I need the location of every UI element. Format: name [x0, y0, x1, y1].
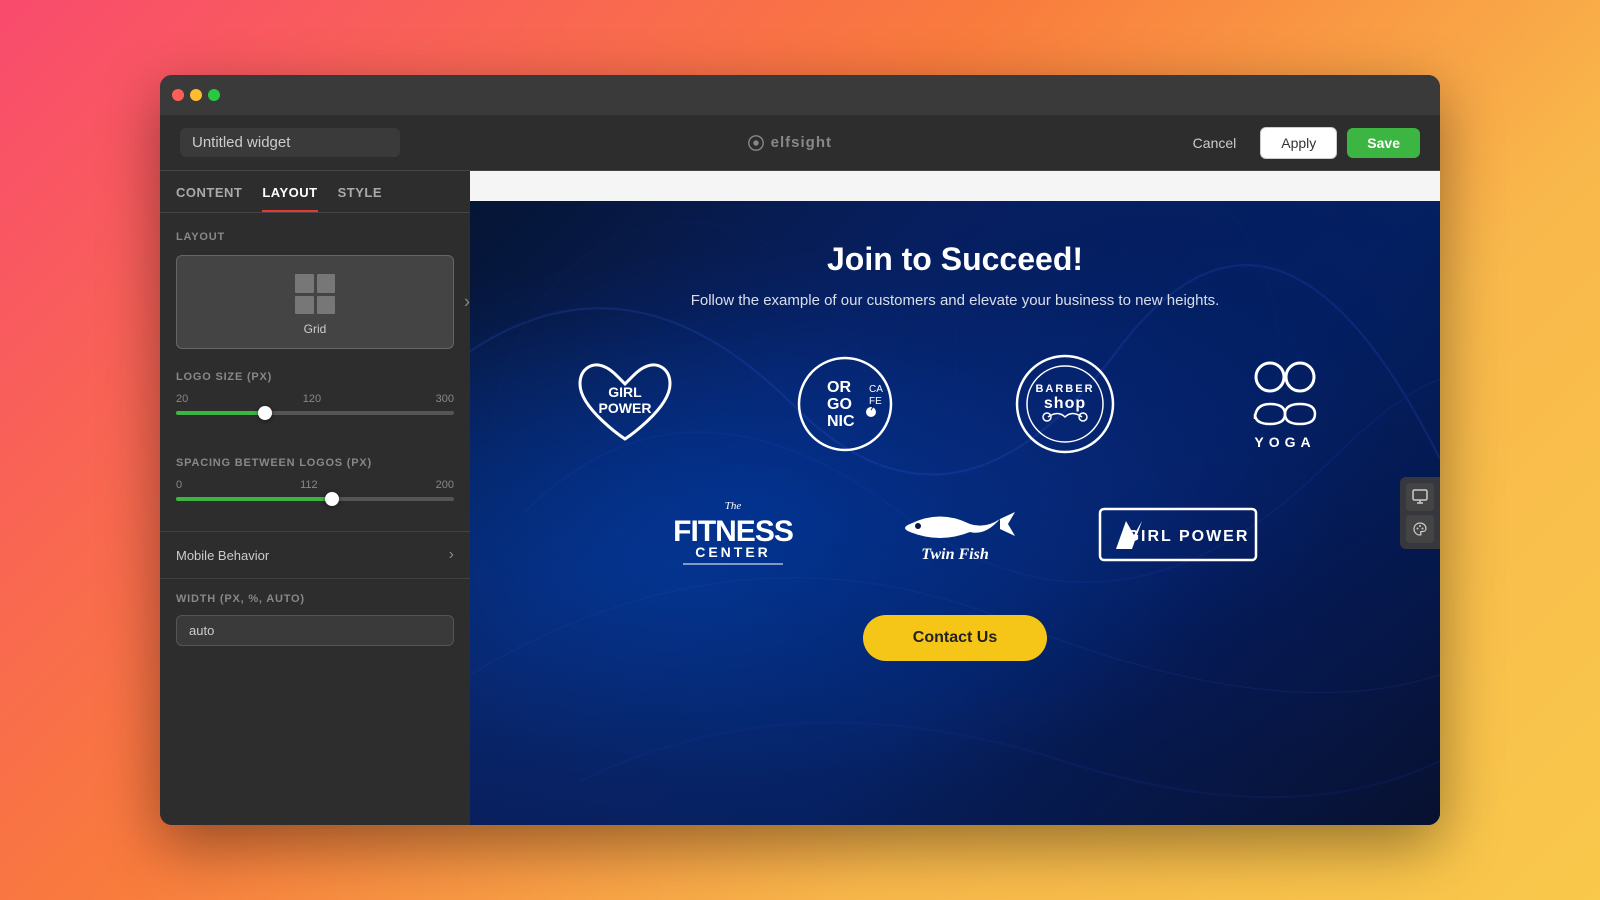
- svg-text:GIRL: GIRL: [608, 384, 642, 400]
- logo-size-track[interactable]: [176, 411, 454, 415]
- preview-main: Join to Succeed! Follow the example of o…: [470, 201, 1440, 825]
- svg-text:shop: shop: [1043, 395, 1085, 412]
- organic-cafe-svg: OR GO NIC CA FE: [795, 354, 895, 454]
- spacing-thumb[interactable]: [325, 492, 339, 506]
- svg-text:OR: OR: [827, 379, 851, 396]
- sidebar-tabs: CONTENT LAYOUT STYLE: [160, 171, 470, 213]
- logo-size-max: 300: [436, 393, 454, 405]
- preview-content: Join to Succeed! Follow the example of o…: [470, 201, 1440, 825]
- spacing-value: 112: [300, 479, 318, 491]
- elfsight-icon: [747, 134, 765, 152]
- tab-style[interactable]: STYLE: [338, 185, 382, 212]
- svg-text:The: The: [724, 500, 741, 512]
- logo-size-min: 20: [176, 393, 188, 405]
- mobile-behavior-label: Mobile Behavior: [176, 548, 269, 563]
- spacing-range-labels: 0 112 200: [176, 479, 454, 491]
- svg-text:YOGA: YOGA: [1254, 434, 1315, 450]
- logo-girl-power-heart: GIRL POWER: [530, 349, 720, 459]
- spacing-fill: [176, 497, 332, 501]
- apply-button[interactable]: Apply: [1260, 127, 1337, 159]
- svg-text:Twin Fish: Twin Fish: [921, 546, 989, 563]
- preview-subtitle: Follow the example of our customers and …: [691, 292, 1220, 309]
- sidebar: CONTENT LAYOUT STYLE LAYOUT: [160, 171, 470, 825]
- preview-title: Join to Succeed!: [827, 241, 1083, 278]
- app-content: elfsight Cancel Apply Save CONTENT LAYOU…: [160, 115, 1440, 825]
- logo-size-section: LOGO SIZE (PX) 20 120 300: [160, 359, 470, 445]
- logo-text: elfsight: [771, 134, 832, 151]
- preview-container: Join to Succeed! Follow the example of o…: [470, 171, 1440, 825]
- barber-shop-svg: BARBER shop: [1013, 352, 1118, 457]
- logo-barber-shop: BARBER shop: [970, 349, 1160, 459]
- layout-options: Grid ›: [176, 255, 454, 349]
- save-button[interactable]: Save: [1347, 128, 1420, 158]
- fitness-center-svg: The FITNESS CENTER: [673, 489, 793, 579]
- spacing-track[interactable]: [176, 497, 454, 501]
- browser-titlebar: [160, 75, 1440, 115]
- yoga-svg: YOGA: [1230, 349, 1340, 459]
- svg-text:GO: GO: [827, 396, 852, 413]
- spacing-min: 0: [176, 479, 182, 491]
- logo-size-thumb[interactable]: [258, 406, 272, 420]
- svg-text:NIC: NIC: [827, 413, 855, 430]
- layout-option-grid[interactable]: Grid: [176, 255, 454, 349]
- logos-row1: GIRL POWER OR GO: [530, 349, 1380, 459]
- logo-organic-cafe: OR GO NIC CA FE: [750, 349, 940, 459]
- grid-cell-3: [295, 296, 314, 315]
- twin-fish-svg: Twin Fish: [890, 494, 1020, 574]
- mobile-behavior-chevron: ›: [449, 546, 454, 564]
- cancel-button[interactable]: Cancel: [1179, 129, 1251, 157]
- traffic-light-red[interactable]: [172, 89, 184, 101]
- traffic-light-green[interactable]: [208, 89, 220, 101]
- grid-cell-1: [295, 274, 314, 293]
- svg-text:BARBER: BARBER: [1035, 383, 1094, 395]
- svg-text:GIRL POWER: GIRL POWER: [1126, 528, 1249, 545]
- contact-button[interactable]: Contact Us: [863, 615, 1047, 661]
- app-header: elfsight Cancel Apply Save: [160, 115, 1440, 171]
- header-actions: Cancel Apply Save: [1179, 127, 1420, 159]
- logos-row2: The FITNESS CENTER: [636, 489, 1274, 579]
- preview-area: Join to Succeed! Follow the example of o…: [470, 171, 1440, 825]
- grid-label: Grid: [304, 322, 327, 336]
- grid-icon: [295, 274, 335, 314]
- svg-text:CA: CA: [869, 384, 883, 395]
- widget-title-input[interactable]: [180, 128, 400, 157]
- tab-content[interactable]: CONTENT: [176, 185, 242, 212]
- grid-cell-2: [317, 274, 336, 293]
- main-area: CONTENT LAYOUT STYLE LAYOUT: [160, 171, 1440, 825]
- mobile-behavior-row[interactable]: Mobile Behavior ›: [160, 531, 470, 579]
- preview-banner: [470, 171, 1440, 201]
- logo-size-fill: [176, 411, 265, 415]
- girl-power-lightning-svg: GIRL POWER: [1098, 507, 1258, 562]
- width-input[interactable]: [176, 615, 454, 646]
- logo-size-value: 120: [303, 393, 321, 405]
- logo-girl-power-lightning: GIRL POWER: [1081, 489, 1274, 579]
- spacing-section: SPACING BETWEEN LOGOS (PX) 0 112 200: [160, 445, 470, 531]
- logo-size-label: LOGO SIZE (PX): [176, 371, 454, 383]
- spacing-label: SPACING BETWEEN LOGOS (PX): [176, 457, 454, 469]
- grid-cell-4: [317, 296, 336, 315]
- traffic-lights: [172, 89, 220, 101]
- logo-fitness-center: The FITNESS CENTER: [636, 489, 829, 579]
- width-label: WIDTH (PX, %, AUTO): [176, 593, 454, 605]
- tab-layout[interactable]: LAYOUT: [262, 185, 317, 212]
- width-section: WIDTH (PX, %, AUTO): [160, 579, 470, 660]
- logo-size-range-labels: 20 120 300: [176, 393, 454, 405]
- girl-power-heart-svg: GIRL POWER: [570, 349, 680, 459]
- layout-section: LAYOUT Grid ›: [160, 213, 470, 359]
- spacing-max: 200: [436, 479, 454, 491]
- traffic-light-yellow[interactable]: [190, 89, 202, 101]
- layout-section-label: LAYOUT: [176, 231, 454, 243]
- svg-text:CENTER: CENTER: [695, 544, 771, 560]
- browser-window: elfsight Cancel Apply Save CONTENT LAYOU…: [160, 75, 1440, 825]
- svg-text:POWER: POWER: [599, 400, 652, 416]
- svg-text:FE: FE: [869, 396, 882, 407]
- logo-twin-fish: Twin Fish: [859, 489, 1052, 579]
- header-logo: elfsight: [400, 134, 1179, 152]
- logo-yoga: YOGA: [1190, 349, 1380, 459]
